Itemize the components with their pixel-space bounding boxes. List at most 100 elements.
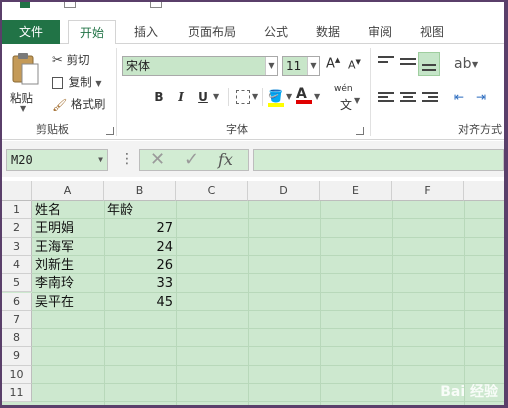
gridline [392, 201, 393, 405]
scissors-icon: ✂ [52, 53, 63, 68]
ribbon-home: 粘贴 ▼ ✂ 剪切 复制 ▼ 🖌 格式刷 剪贴板 宋体 ▼ 11 ▼ A▲ A▼ [2, 44, 504, 140]
gridline [32, 236, 504, 238]
gridline [32, 401, 504, 403]
chevron-down-icon[interactable]: ▼ [98, 150, 103, 170]
column-header-c[interactable]: C [176, 181, 248, 201]
paintbrush-icon: 🖌 [52, 97, 68, 112]
tab-home[interactable]: 开始 [68, 20, 116, 45]
name-box[interactable]: M20 ▼ [6, 149, 108, 171]
enter-icon[interactable]: ✓ [184, 149, 199, 170]
gridline [176, 201, 177, 405]
gridline [32, 383, 504, 384]
copy-label: 复制 [68, 75, 92, 89]
gridline [32, 273, 504, 275]
row-header-4[interactable]: 4 [2, 255, 32, 275]
separator [116, 48, 117, 136]
paste-dropdown-icon[interactable]: ▼ [20, 104, 26, 113]
align-center-icon[interactable] [400, 92, 416, 106]
chevron-down-icon[interactable]: ▼ [265, 57, 277, 75]
format-painter-label: 格式刷 [70, 97, 106, 111]
increase-indent-icon[interactable]: ⇥ [476, 90, 486, 104]
formula-bar: M20 ▼ ⋮ ✕ ✓ fx [2, 141, 504, 177]
tab-review[interactable]: 审阅 [358, 20, 402, 44]
paste-button[interactable]: 粘贴 ▼ [8, 52, 42, 116]
phonetic-dropdown-icon[interactable]: ▼ [354, 96, 360, 105]
tab-insert[interactable]: 插入 [124, 20, 168, 44]
font-name-combo[interactable]: 宋体 ▼ [122, 56, 278, 76]
font-color-dropdown-icon[interactable]: ▼ [314, 92, 320, 101]
gridline [464, 201, 465, 405]
border-icon[interactable] [236, 90, 250, 104]
column-header-a[interactable]: A [32, 181, 104, 201]
align-top-icon[interactable] [378, 56, 394, 70]
phonetic-button[interactable]: wén [334, 84, 353, 94]
cut-button[interactable]: ✂ 剪切 [52, 52, 90, 68]
decrease-indent-icon[interactable]: ⇤ [454, 90, 464, 104]
row-header-10[interactable]: 10 [2, 365, 32, 384]
tab-formulas[interactable]: 公式 [254, 20, 298, 44]
formula-input[interactable] [253, 149, 504, 171]
clipboard-launcher-icon[interactable] [106, 127, 114, 135]
font-launcher-icon[interactable] [356, 127, 364, 135]
cancel-icon[interactable]: ✕ [150, 149, 165, 170]
sheet-grid[interactable]: A B C D E F 1 2 3 4 5 6 7 8 9 10 11 姓名 年龄 王明娟 27 王海军 24… [2, 181, 504, 405]
border-dropdown-icon[interactable]: ▼ [252, 92, 258, 101]
align-bottom-icon[interactable] [418, 52, 440, 76]
font-size-combo[interactable]: 11 ▼ [282, 56, 320, 76]
more-options-icon[interactable]: ⋮ [120, 151, 134, 167]
tab-page-layout[interactable]: 页面布局 [176, 20, 248, 44]
tab-data[interactable]: 数据 [306, 20, 350, 44]
save-icon[interactable] [64, 2, 76, 8]
format-painter-button[interactable]: 🖌 格式刷 [52, 96, 105, 112]
column-header-b[interactable]: B [104, 181, 176, 201]
orientation-dropdown-icon[interactable]: ▼ [472, 60, 478, 69]
formula-buttons: ✕ ✓ fx [139, 149, 249, 171]
insert-function-button[interactable]: fx [218, 150, 233, 169]
chevron-down-icon[interactable]: ▼ [307, 57, 319, 75]
tab-file[interactable]: 文件 [2, 20, 60, 44]
increase-font-icon[interactable]: A▲ [326, 56, 340, 71]
ribbon-tabs: 文件 开始 插入 页面布局 公式 数据 审阅 视图 [2, 18, 504, 45]
gridline [248, 201, 249, 405]
excel-window: 文件 开始 插入 页面布局 公式 数据 审阅 视图 粘贴 ▼ ✂ 剪切 复制 ▼ [2, 2, 504, 405]
gridline [32, 346, 504, 348]
row-header-11[interactable]: 11 [2, 384, 32, 403]
underline-dropdown-icon[interactable]: ▼ [213, 92, 219, 101]
copy-dropdown-icon[interactable]: ▼ [95, 79, 101, 88]
column-header-g[interactable] [464, 181, 504, 201]
italic-button[interactable]: I [172, 90, 190, 104]
clipboard-icon [12, 53, 39, 85]
underline-button[interactable]: U [194, 90, 212, 104]
font-color-button[interactable]: A [296, 86, 312, 104]
fill-color-dropdown-icon[interactable]: ▼ [286, 92, 292, 101]
separator [262, 88, 263, 106]
bold-button[interactable]: B [150, 90, 168, 104]
font-name-value: 宋体 [126, 59, 151, 73]
name-box-value: M20 [11, 153, 33, 167]
clipboard-group-label: 剪贴板 [36, 123, 69, 136]
column-header-f[interactable]: F [392, 181, 464, 201]
row-header-2[interactable]: 2 [2, 219, 32, 238]
row-header-9[interactable]: 9 [2, 347, 32, 366]
row-header-5[interactable]: 5 [2, 274, 32, 293]
align-left-icon[interactable] [378, 92, 394, 106]
customize-toolbar-icon[interactable] [150, 2, 162, 8]
select-all-corner[interactable] [2, 181, 32, 201]
row-header-1[interactable]: 1 [2, 201, 32, 220]
row-header-7[interactable]: 7 [2, 310, 32, 330]
row-header-8[interactable]: 8 [2, 329, 32, 348]
font-size-value: 11 [286, 59, 302, 73]
copy-button[interactable]: 复制 ▼ [52, 74, 101, 90]
align-middle-icon[interactable] [400, 58, 416, 72]
separator [228, 88, 229, 106]
fill-color-button[interactable]: 🪣 [268, 88, 284, 107]
column-header-d[interactable]: D [248, 181, 320, 201]
gridline [320, 201, 321, 405]
row-header-6[interactable]: 6 [2, 292, 32, 311]
decrease-font-icon[interactable]: A▼ [348, 58, 361, 72]
row-header-3[interactable]: 3 [2, 237, 32, 256]
column-header-e[interactable]: E [320, 181, 392, 201]
tab-view[interactable]: 视图 [410, 20, 454, 44]
align-right-icon[interactable] [422, 92, 438, 106]
orientation-icon[interactable]: ab [454, 56, 471, 72]
